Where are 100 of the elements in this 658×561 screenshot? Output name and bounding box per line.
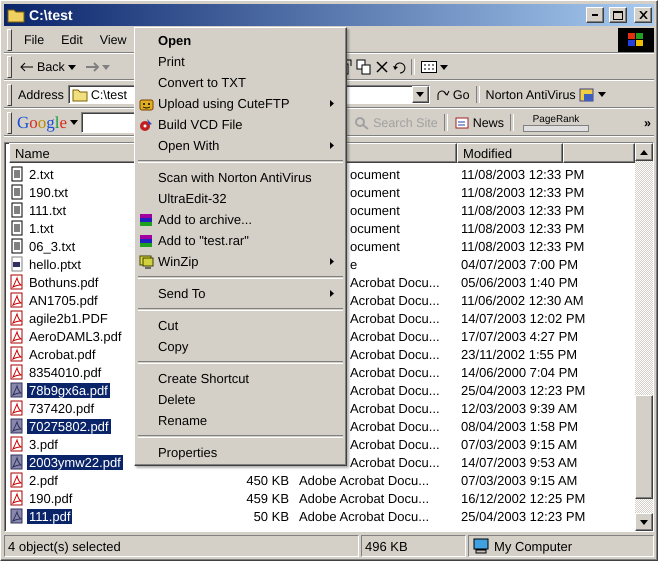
menu-item[interactable]: Scan with Norton AntiVirus (137, 167, 344, 188)
column-header[interactable] (563, 143, 635, 163)
window-icon (578, 86, 595, 102)
file-name[interactable]: hello.ptxt (27, 256, 84, 272)
file-modified: 23/11/2002 1:55 PM (460, 346, 578, 362)
pagerank-meter[interactable]: PageRank (516, 114, 595, 132)
menu-item[interactable]: File (17, 31, 52, 49)
undo-icon[interactable] (392, 60, 408, 74)
close-button[interactable] (634, 7, 652, 23)
file-name[interactable]: 2.txt (27, 166, 56, 182)
menu-item[interactable]: Delete (137, 389, 344, 410)
menu-item[interactable]: UltraEdit-32 (137, 188, 344, 209)
file-type: Adobe Acrobat Docu... (298, 508, 430, 524)
column-header[interactable]: Modified (457, 143, 563, 163)
menu-item[interactable]: Build VCD File (137, 114, 344, 135)
file-type: Adobe Acrobat Docu... (298, 472, 430, 488)
more-button[interactable]: » (641, 114, 654, 132)
file-name[interactable]: 06_3.txt (27, 238, 78, 254)
caret-icon (440, 64, 448, 70)
file-size: 50 KB (252, 508, 290, 524)
file-type: Acrobat Docu... (349, 382, 440, 398)
search-icon (354, 116, 370, 130)
menu-item[interactable]: Rename (137, 410, 344, 431)
menu-item[interactable]: Edit (54, 31, 90, 49)
menu-item[interactable]: Print (137, 51, 344, 72)
file-name[interactable]: 111.pdf (27, 508, 72, 524)
file-name[interactable]: 70275802.pdf (27, 418, 111, 434)
file-type: Acrobat Docu... (349, 292, 440, 308)
file-type: e (349, 256, 358, 272)
file-type: Adobe Acrobat Docu... (298, 490, 430, 506)
menu-item[interactable]: WinZip (137, 251, 344, 272)
file-name[interactable]: 8354010.pdf (27, 364, 104, 380)
file-name[interactable]: agile2b1.PDF (27, 310, 110, 326)
maximize-button[interactable] (609, 7, 627, 23)
pdf-file-icon (9, 292, 25, 308)
pdf-file-icon (9, 490, 25, 506)
menu-item[interactable]: Add to archive... (137, 209, 344, 230)
antivirus-button[interactable]: Norton AntiVirus (482, 84, 609, 104)
folder-icon (72, 88, 88, 102)
menu-item[interactable]: Create Shortcut (137, 368, 344, 389)
file-modified: 25/04/2003 12:23 PM (460, 382, 586, 398)
disc-icon (139, 117, 154, 132)
caret-icon (70, 120, 78, 125)
menu-item[interactable]: Properties (137, 442, 344, 463)
file-type: Acrobat Docu... (349, 364, 440, 380)
go-button[interactable]: Go (432, 86, 473, 104)
dropdown-button[interactable] (412, 86, 429, 103)
menu-item[interactable]: View (92, 31, 134, 49)
file-modified: 08/04/2003 1:58 PM (460, 418, 580, 434)
back-button[interactable]: Back (17, 58, 79, 76)
file-name[interactable]: 2.pdf (27, 472, 60, 488)
pdf-file-icon (9, 346, 25, 362)
caret-icon (68, 64, 76, 70)
file-name[interactable]: AN1705.pdf (27, 292, 100, 308)
pdf-file-icon (9, 418, 25, 434)
file-type: Acrobat Docu... (349, 328, 440, 344)
file-modified: 11/08/2003 12:33 PM (460, 220, 586, 236)
file-name[interactable]: Acrobat.pdf (27, 346, 98, 362)
maximize-icon (613, 10, 623, 20)
menu-item[interactable]: Upload using CuteFTP (137, 93, 344, 114)
pdf-file-icon (9, 328, 25, 344)
google-button[interactable]: Google (17, 112, 78, 132)
pdf-file-icon (9, 274, 25, 290)
copy-icon[interactable] (356, 59, 372, 75)
file-modified: 17/07/2003 4:27 PM (460, 328, 580, 344)
file-name[interactable]: 111.txt (27, 202, 68, 218)
file-modified: 14/07/2003 12:02 PM (460, 310, 586, 326)
minimize-button[interactable] (586, 7, 604, 23)
selection-status: 4 object(s) selected (4, 535, 359, 557)
file-type: ocument (349, 184, 400, 200)
file-modified: 16/12/2002 12:25 PM (460, 490, 586, 506)
menu-item[interactable]: Convert to TXT (137, 72, 344, 93)
back-arrow-icon (20, 62, 34, 72)
file-name[interactable]: 1.txt (27, 220, 56, 236)
file-name[interactable]: 78b9gx6a.pdf (27, 382, 110, 398)
file-type: Acrobat Docu... (349, 274, 440, 290)
caret-icon (598, 92, 606, 97)
delete-icon[interactable] (374, 60, 389, 74)
file-modified: 04/07/2003 7:00 PM (460, 256, 580, 272)
menu-item[interactable]: Open (137, 30, 344, 51)
text-file-icon (9, 166, 25, 182)
text-file-icon (9, 202, 25, 218)
file-name[interactable]: 737420.pdf (27, 400, 96, 416)
scrollbar[interactable] (635, 143, 653, 531)
file-name[interactable]: 3.pdf (27, 436, 60, 452)
menu-item[interactable]: Cut (137, 315, 344, 336)
menu-item[interactable]: Copy (137, 336, 344, 357)
pdf-file-icon (9, 436, 25, 452)
scroll-up-icon (640, 150, 648, 154)
menu-item[interactable]: Send To (137, 283, 344, 304)
file-name[interactable]: 190.txt (27, 184, 70, 200)
file-name[interactable]: 190.pdf (27, 490, 74, 506)
file-type: ocument (349, 238, 400, 254)
file-name[interactable]: Bothuns.pdf (27, 274, 100, 290)
file-name[interactable]: AeroDAML3.pdf (27, 328, 124, 344)
news-button[interactable]: News (450, 114, 507, 132)
menu-item[interactable]: Open With (137, 135, 344, 156)
menu-item[interactable]: Add to "test.rar" (137, 230, 344, 251)
file-name[interactable]: 2003ymw22.pdf (27, 454, 123, 470)
scroll-down-icon (640, 520, 648, 524)
